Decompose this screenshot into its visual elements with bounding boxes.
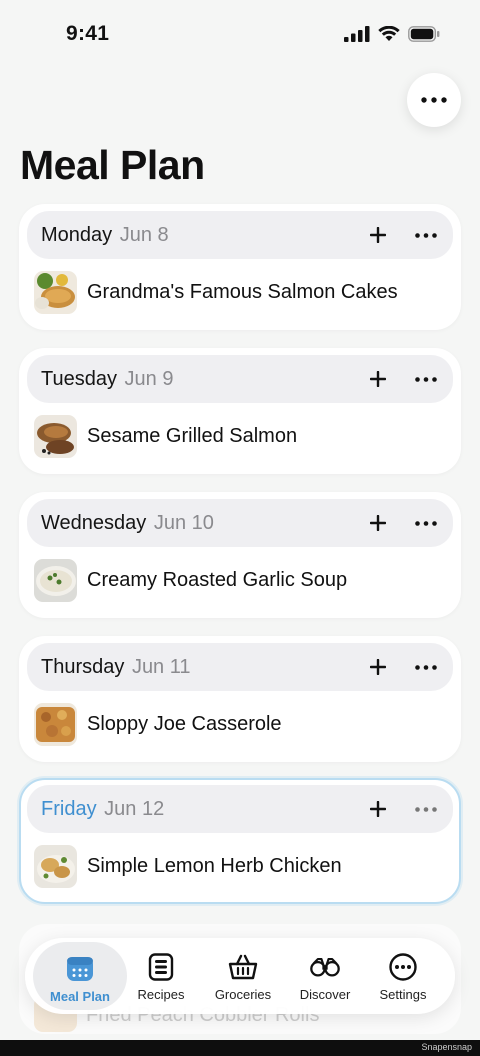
plus-icon	[370, 515, 386, 531]
plus-icon	[370, 801, 386, 817]
status-time: 9:41	[66, 22, 110, 45]
meal-name: Sesame Grilled Salmon	[87, 424, 298, 447]
meal-name: Simple Lemon Herb Chicken	[87, 854, 342, 877]
calendar-icon	[65, 954, 95, 984]
day-date: Jun 10	[153, 512, 214, 534]
tab-meal-plan[interactable]: Meal Plan	[33, 942, 127, 1010]
tab-label: Groceries	[214, 987, 272, 1002]
ellipsis-icon	[415, 806, 437, 812]
day-header: Tuesday Jun 9	[27, 355, 453, 403]
meal-item[interactable]: Sloppy Joe Casserole	[34, 702, 282, 746]
meal-thumbnail	[34, 558, 77, 602]
plus-icon	[370, 371, 386, 387]
meal-thumbnail	[34, 844, 77, 888]
day-date: Jun 8	[119, 224, 169, 246]
ellipsis-icon	[415, 376, 437, 382]
day-label: Friday Jun 12	[41, 798, 164, 821]
plus-icon	[370, 659, 386, 675]
day-label: Wednesday Jun 10	[41, 512, 214, 535]
wifi-icon	[378, 26, 400, 41]
day-date: Jun 11	[131, 656, 191, 678]
meal-name: Creamy Roasted Garlic Soup	[87, 568, 348, 591]
meal-name: Grandma's Famous Salmon Cakes	[87, 280, 398, 303]
day-more-button[interactable]	[411, 366, 441, 392]
day-label: Monday Jun 8	[41, 224, 169, 247]
status-bar: 9:41	[0, 0, 480, 72]
page-title: Meal Plan	[20, 142, 205, 188]
day-more-button[interactable]	[411, 222, 441, 248]
day-header: Friday Jun 12	[27, 785, 453, 833]
add-meal-button[interactable]	[365, 366, 391, 392]
ellipsis-icon	[415, 520, 437, 526]
day-weekday: Thursday	[41, 656, 125, 678]
day-card-monday: Monday Jun 8 Grandma's Famous Salmon Cak…	[19, 204, 461, 330]
binoculars-icon	[310, 952, 340, 982]
meal-thumbnail	[34, 702, 77, 746]
tab-recipes[interactable]: Recipes	[116, 938, 206, 1014]
tab-groceries[interactable]: Groceries	[198, 938, 288, 1014]
day-card-friday-today: Friday Jun 12 Simple Lemon Herb Chicken	[19, 778, 461, 904]
status-icons	[344, 26, 440, 42]
day-header: Monday Jun 8	[27, 211, 453, 259]
add-meal-button[interactable]	[365, 654, 391, 680]
plus-icon	[370, 227, 386, 243]
ellipsis-icon	[415, 664, 437, 670]
ellipsis-icon	[421, 97, 447, 103]
basket-icon	[228, 952, 258, 982]
day-card-tuesday: Tuesday Jun 9 Sesame Grilled Salmon	[19, 348, 461, 474]
day-card-wednesday: Wednesday Jun 10 Creamy Roasted Garlic S…	[19, 492, 461, 618]
tab-settings[interactable]: Settings	[358, 938, 448, 1014]
day-label: Thursday Jun 11	[41, 656, 191, 679]
meal-thumbnail	[34, 414, 77, 458]
day-date: Jun 9	[124, 368, 174, 390]
more-options-button[interactable]	[407, 73, 461, 127]
meal-item[interactable]: Grandma's Famous Salmon Cakes	[34, 270, 398, 314]
day-weekday: Friday	[41, 798, 97, 820]
ellipsis-circle-icon	[388, 952, 418, 982]
add-meal-button[interactable]	[365, 222, 391, 248]
meal-item[interactable]: Sesame Grilled Salmon	[34, 414, 297, 458]
day-more-button[interactable]	[411, 654, 441, 680]
tab-bar: Meal Plan Recipes Groceries Discover Set…	[25, 938, 455, 1014]
day-header: Wednesday Jun 10	[27, 499, 453, 547]
watermark: Snapensnap	[421, 1042, 472, 1052]
day-weekday: Tuesday	[41, 368, 117, 390]
tab-label: Discover	[299, 987, 351, 1002]
add-meal-button[interactable]	[365, 510, 391, 536]
day-weekday: Wednesday	[41, 512, 147, 534]
bottom-strip	[0, 1040, 480, 1056]
meal-thumbnail	[34, 270, 77, 314]
cellular-signal-icon	[344, 26, 370, 42]
day-card-thursday: Thursday Jun 11 Sloppy Joe Casserole	[19, 636, 461, 762]
tab-label: Meal Plan	[50, 989, 110, 1004]
ellipsis-icon	[415, 232, 437, 238]
day-weekday: Monday	[41, 224, 113, 246]
day-label: Tuesday Jun 9	[41, 368, 173, 391]
day-header: Thursday Jun 11	[27, 643, 453, 691]
day-date: Jun 12	[104, 798, 165, 820]
meal-item[interactable]: Creamy Roasted Garlic Soup	[34, 558, 347, 602]
day-more-button[interactable]	[411, 510, 441, 536]
battery-icon	[408, 26, 440, 42]
day-more-button[interactable]	[411, 796, 441, 822]
tab-label: Recipes	[137, 987, 185, 1002]
tab-discover[interactable]: Discover	[280, 938, 370, 1014]
meal-item[interactable]: Simple Lemon Herb Chicken	[34, 844, 342, 888]
recipe-book-icon	[146, 952, 176, 982]
add-meal-button[interactable]	[365, 796, 391, 822]
meal-name: Sloppy Joe Casserole	[87, 712, 282, 735]
tab-label: Settings	[379, 987, 427, 1002]
